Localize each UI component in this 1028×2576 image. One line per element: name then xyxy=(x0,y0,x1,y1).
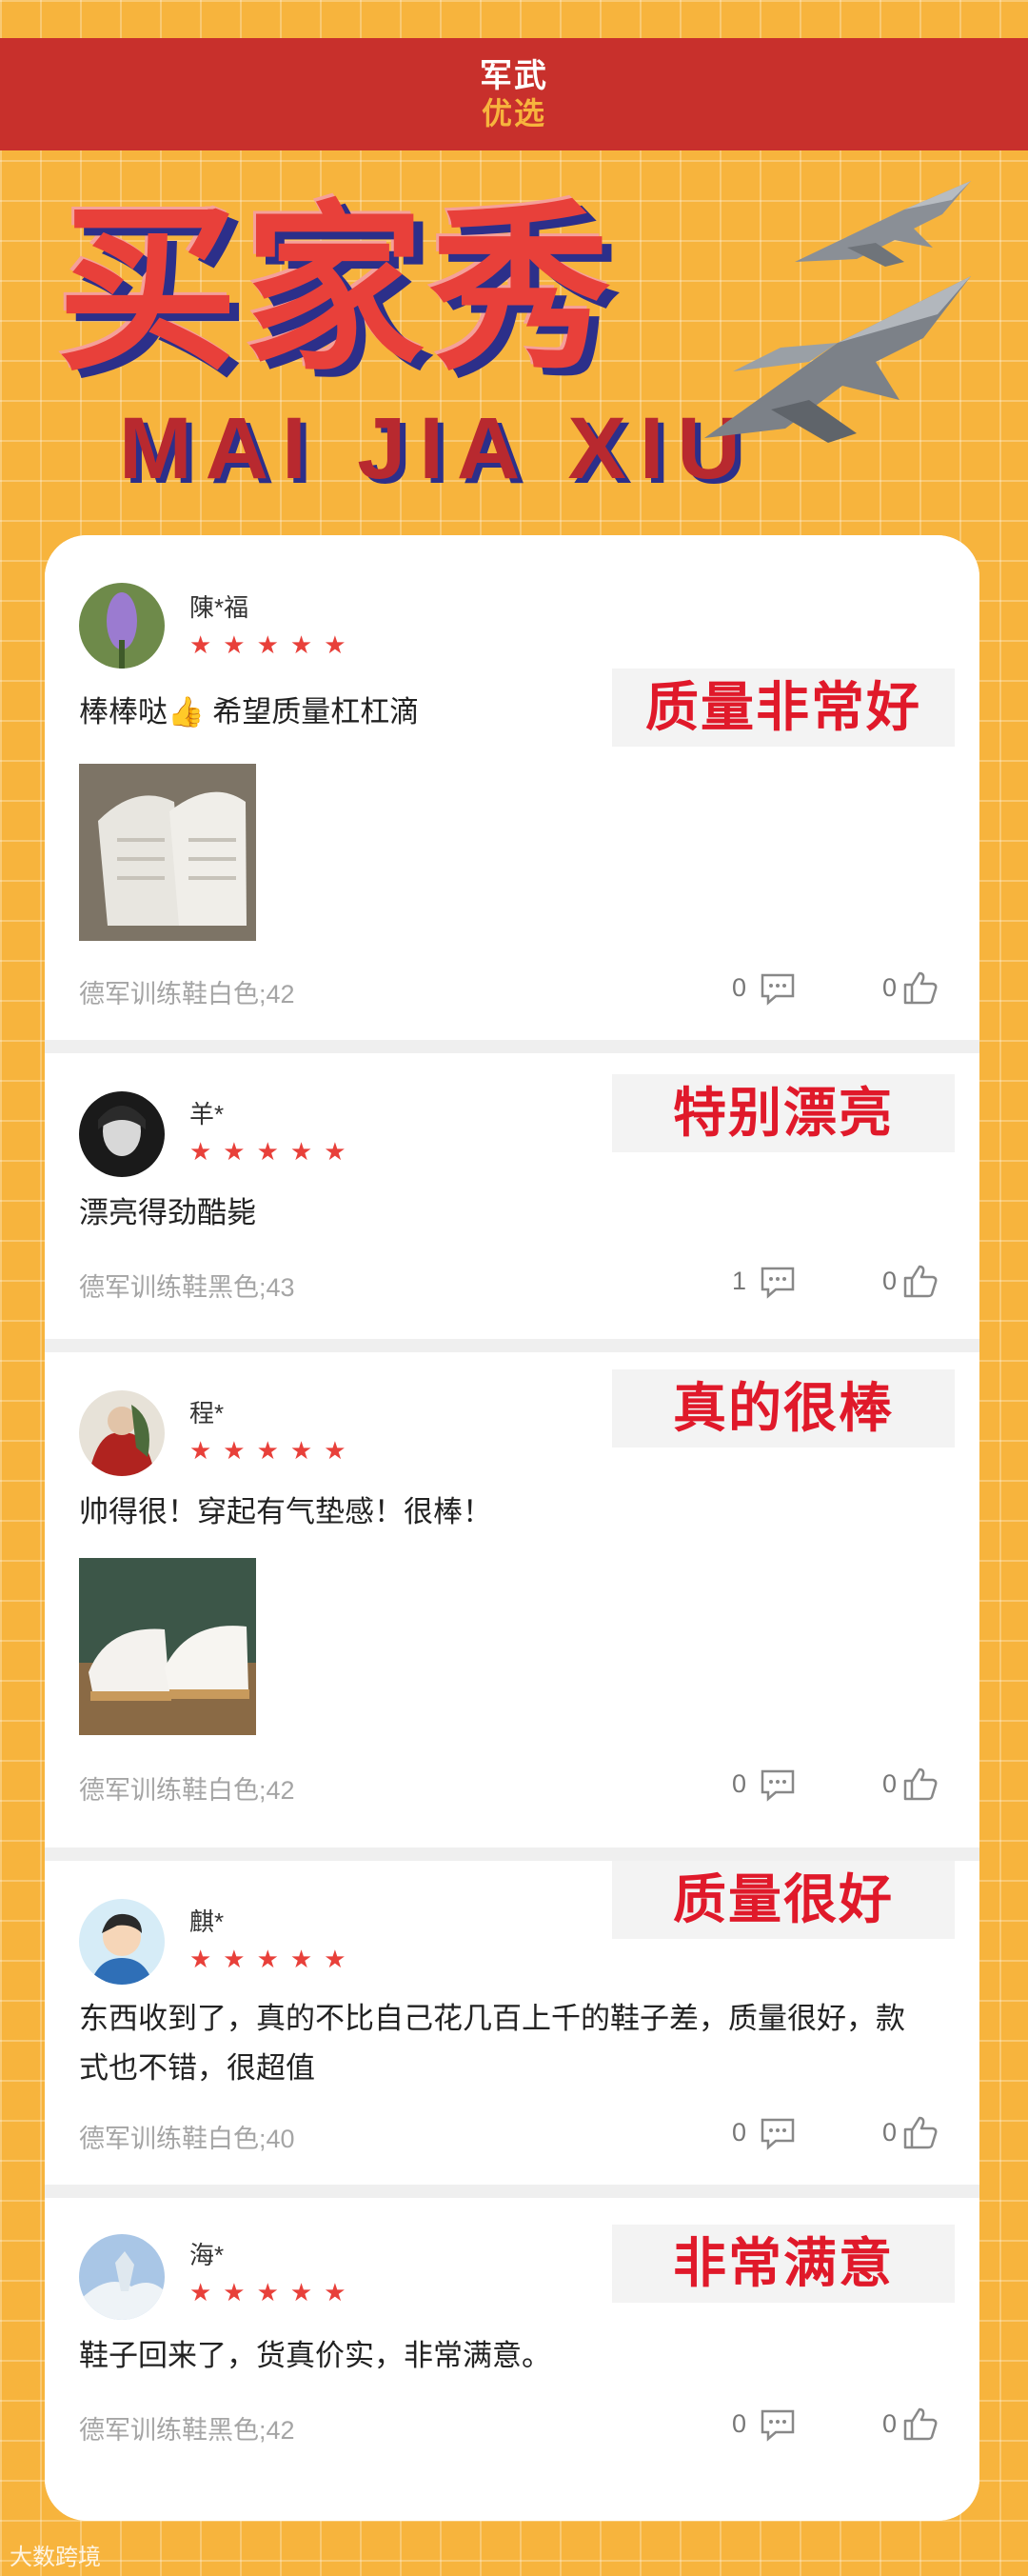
rating-stars: ★★★★★ xyxy=(189,1945,358,1973)
hero-title: 买家秀 xyxy=(57,190,618,391)
rating-stars: ★★★★★ xyxy=(189,2278,358,2306)
product-variant: 德军训练鞋黑色;43 xyxy=(79,1273,295,1302)
divider xyxy=(45,1040,979,1053)
highlight-label: 非常满意 xyxy=(612,2225,955,2303)
comment-count: 0 xyxy=(732,1769,747,1798)
thumbs-up-icon[interactable] xyxy=(901,2113,939,2151)
divider xyxy=(45,1339,979,1352)
review-text: 帅得很！穿起有气垫感！很棒！ xyxy=(79,1495,492,1528)
highlight-label: 质量很好 xyxy=(612,1861,955,1939)
like-count: 0 xyxy=(882,2118,898,2147)
reviewer-name: 陳*福 xyxy=(189,593,249,622)
review-text: 东西收到了，真的不比自己花几百上千的鞋子差，质量很好，款式也不错，很超值 xyxy=(79,2002,905,2085)
brand-header: 军武 优选 xyxy=(0,38,1028,150)
reviewer-name: 羊* xyxy=(189,1100,225,1128)
review-item: 陳*福 ★★★★★ 质量非常好 棒棒哒👍 希望质量杠杠滴 德军训练鞋白色;42 … xyxy=(45,535,979,1040)
product-variant: 德军训练鞋白色;40 xyxy=(79,2125,295,2153)
rating-stars: ★★★★★ xyxy=(189,1436,358,1465)
comment-icon[interactable] xyxy=(759,2114,797,2152)
product-variant: 德军训练鞋黑色;42 xyxy=(79,2416,295,2445)
rating-stars: ★★★★★ xyxy=(189,630,358,659)
product-variant: 德军训练鞋白色;42 xyxy=(79,980,295,1008)
comment-count: 0 xyxy=(732,2118,747,2147)
thumbs-up-icon[interactable] xyxy=(901,1262,939,1300)
highlight-label: 特别漂亮 xyxy=(612,1074,955,1152)
thumbs-up-icon[interactable] xyxy=(901,2405,939,2443)
reviewer-name: 海* xyxy=(189,2241,225,2269)
review-item: 海* ★★★★★ 非常满意 鞋子回来了，货真价实，非常满意。 德军训练鞋黑色;4… xyxy=(45,2198,979,2521)
avatar[interactable] xyxy=(79,1899,165,1985)
avatar[interactable] xyxy=(79,1390,165,1476)
divider xyxy=(45,1847,979,1861)
review-photo[interactable] xyxy=(79,1558,256,1735)
review-item: 麒* ★★★★★ 质量很好 东西收到了，真的不比自己花几百上千的鞋子差，质量很好… xyxy=(45,1861,979,2185)
comment-icon[interactable] xyxy=(759,2406,797,2444)
watermark: 大数跨境 xyxy=(10,2545,101,2570)
rating-stars: ★★★★★ xyxy=(189,1137,358,1166)
review-photo[interactable] xyxy=(79,764,256,941)
avatar[interactable] xyxy=(79,2234,165,2320)
avatar[interactable] xyxy=(79,1091,165,1177)
like-count: 0 xyxy=(882,2409,898,2438)
review-item: 程* ★★★★★ 真的很棒 帅得很！穿起有气垫感！很棒！ 德军训练鞋白色;42 … xyxy=(45,1352,979,1847)
review-text: 棒棒哒👍 希望质量杠杠滴 xyxy=(79,695,420,729)
thumbs-up-icon[interactable] xyxy=(901,1765,939,1803)
reviewer-name: 程* xyxy=(189,1399,225,1428)
reviews-card: 陳*福 ★★★★★ 质量非常好 棒棒哒👍 希望质量杠杠滴 德军训练鞋白色;42 … xyxy=(45,535,979,2521)
divider xyxy=(45,2185,979,2198)
comment-icon[interactable] xyxy=(759,1263,797,1301)
review-item: 羊* ★★★★★ 特别漂亮 漂亮得劲酷毙 德军训练鞋黑色;43 1 0 xyxy=(45,1053,979,1339)
thumbs-up-icon[interactable] xyxy=(901,968,939,1007)
avatar[interactable] xyxy=(79,583,165,669)
review-text: 鞋子回来了，货真价实，非常满意。 xyxy=(79,2339,551,2372)
comment-count: 1 xyxy=(732,1267,747,1295)
like-count: 0 xyxy=(882,1267,898,1295)
hero-subtitle: MAI JIA XIU xyxy=(119,400,754,497)
comment-count: 0 xyxy=(732,2409,747,2438)
highlight-label: 真的很棒 xyxy=(612,1369,955,1448)
comment-count: 0 xyxy=(732,973,747,1002)
review-text: 漂亮得劲酷毙 xyxy=(79,1196,256,1229)
like-count: 0 xyxy=(882,973,898,1002)
fighter-jet-icon-2 xyxy=(704,276,971,443)
product-variant: 德军训练鞋白色;42 xyxy=(79,1776,295,1805)
comment-icon[interactable] xyxy=(759,1766,797,1804)
reviewer-name: 麒* xyxy=(189,1907,225,1936)
comment-icon[interactable] xyxy=(759,969,797,1008)
brand-name-top: 军武 xyxy=(480,58,548,94)
like-count: 0 xyxy=(882,1769,898,1798)
brand-name-bottom: 优选 xyxy=(481,96,546,130)
